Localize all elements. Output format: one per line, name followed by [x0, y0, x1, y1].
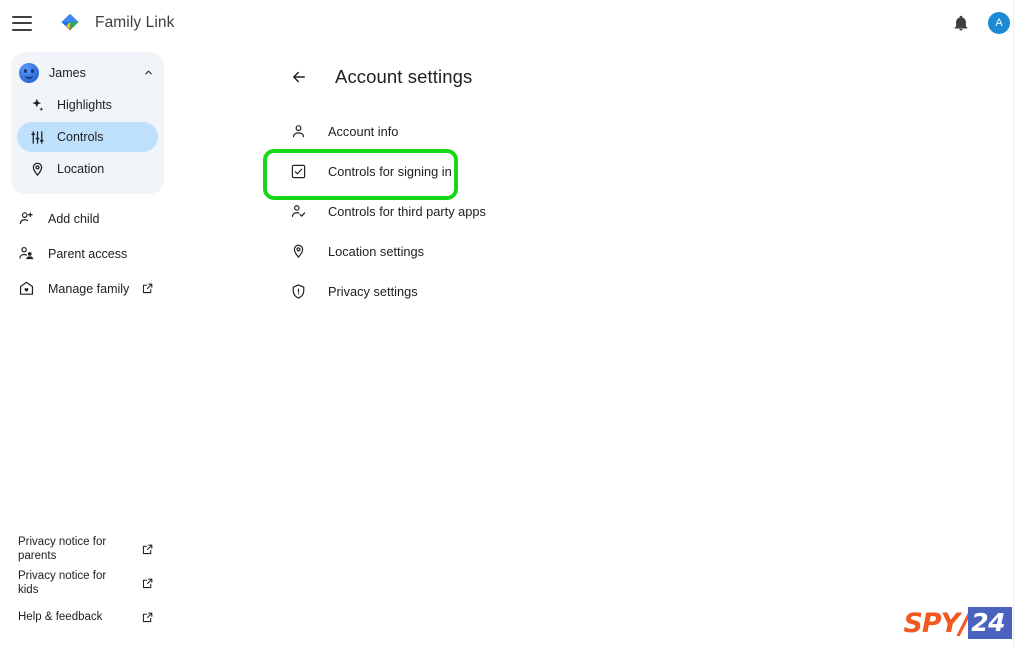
footer-link-label: Privacy notice for parents — [18, 536, 107, 562]
sidebar-item-location[interactable]: Location — [17, 154, 158, 184]
sidebar-item-label: Location — [57, 162, 105, 176]
sidebar-item-label: Highlights — [57, 98, 112, 112]
location-pin-icon — [32, 162, 43, 176]
main-content: Account settings Account info Controls f… — [176, 46, 1014, 648]
sidebar-actions: Add child Parent access Manage family — [0, 201, 176, 306]
topbar-actions: A — [952, 0, 1010, 46]
app-title: Family Link — [95, 14, 175, 31]
setting-item-controls-third-party-apps[interactable]: Controls for third party apps — [290, 191, 490, 231]
spy24-watermark: SPY / 24 — [903, 606, 1012, 641]
child-avatar — [19, 63, 39, 83]
open-in-new-icon[interactable] — [141, 611, 154, 624]
setting-item-label: Location settings — [328, 243, 425, 259]
watermark-number: 24 — [968, 607, 1012, 639]
page-header: Account settings — [176, 54, 1014, 100]
sidebar-item-add-child[interactable]: Add child — [0, 201, 176, 236]
page-title: Account settings — [335, 66, 473, 87]
right-divider — [1013, 0, 1014, 648]
sidebar-item-label: Controls — [57, 130, 104, 144]
bell-icon[interactable] — [952, 14, 970, 32]
family-link-logo-icon — [59, 12, 81, 34]
person-add-icon — [19, 212, 33, 225]
person-check-icon — [291, 204, 306, 217]
open-in-new-icon[interactable] — [141, 282, 154, 295]
watermark-brand: SPY — [903, 607, 960, 639]
setting-item-label: Account info — [328, 123, 399, 139]
sidebar-action-label: Manage family — [48, 281, 130, 296]
sidebar-action-label: Add child — [48, 211, 100, 226]
settings-list: Account info Controls for signing in Con… — [176, 111, 1014, 311]
footer-link-label: Privacy notice for kids — [18, 570, 107, 596]
setting-item-label: Controls for signing in — [328, 163, 452, 179]
tune-sliders-icon — [31, 130, 44, 144]
setting-item-account-info[interactable]: Account info — [290, 111, 490, 151]
sidebar-item-controls[interactable]: Controls — [17, 122, 158, 152]
sparkle-icon — [32, 98, 44, 111]
chevron-up-icon[interactable] — [143, 67, 154, 78]
setting-item-label: Controls for third party apps — [328, 203, 486, 219]
checkbox-icon — [291, 164, 306, 178]
child-name: James — [49, 66, 86, 80]
family-link-app: Family Link A James Highlights Controls … — [0, 0, 1024, 648]
people-icon — [19, 246, 34, 260]
top-app-bar: Family Link A — [0, 0, 1024, 46]
open-in-new-icon[interactable] — [141, 543, 154, 556]
setting-item-controls-for-signing-in[interactable]: Controls for signing in — [263, 149, 490, 200]
arrow-back-icon[interactable] — [290, 68, 308, 86]
setting-item-location-settings[interactable]: Location settings — [290, 231, 490, 271]
sidebar-item-parent-access[interactable]: Parent access — [0, 236, 176, 271]
footer-link-label: Help & feedback — [18, 611, 103, 623]
shield-icon — [292, 283, 305, 299]
child-selector-card: James Highlights Controls Location — [11, 52, 164, 194]
sidebar-footer-links: Privacy notice for parents Privacy notic… — [0, 532, 176, 634]
family-home-icon — [19, 281, 34, 295]
footer-link-help-feedback[interactable]: Help & feedback — [0, 600, 176, 634]
open-in-new-icon[interactable] — [141, 577, 154, 590]
location-pin-icon — [293, 244, 304, 258]
hamburger-menu-icon[interactable] — [12, 15, 32, 31]
sidebar-action-label: Parent access — [48, 246, 128, 261]
sidebar-item-highlights[interactable]: Highlights — [17, 90, 158, 120]
sidebar: James Highlights Controls Location Add c… — [0, 46, 176, 648]
footer-link-privacy-parents[interactable]: Privacy notice for parents — [0, 532, 176, 566]
setting-item-label: Privacy settings — [328, 283, 418, 299]
child-selector-james[interactable]: James — [11, 58, 164, 88]
person-icon — [292, 124, 305, 137]
sidebar-item-manage-family[interactable]: Manage family — [0, 271, 176, 306]
footer-link-privacy-kids[interactable]: Privacy notice for kids — [0, 566, 176, 600]
setting-item-privacy-settings[interactable]: Privacy settings — [290, 271, 490, 311]
avatar[interactable]: A — [988, 12, 1010, 34]
